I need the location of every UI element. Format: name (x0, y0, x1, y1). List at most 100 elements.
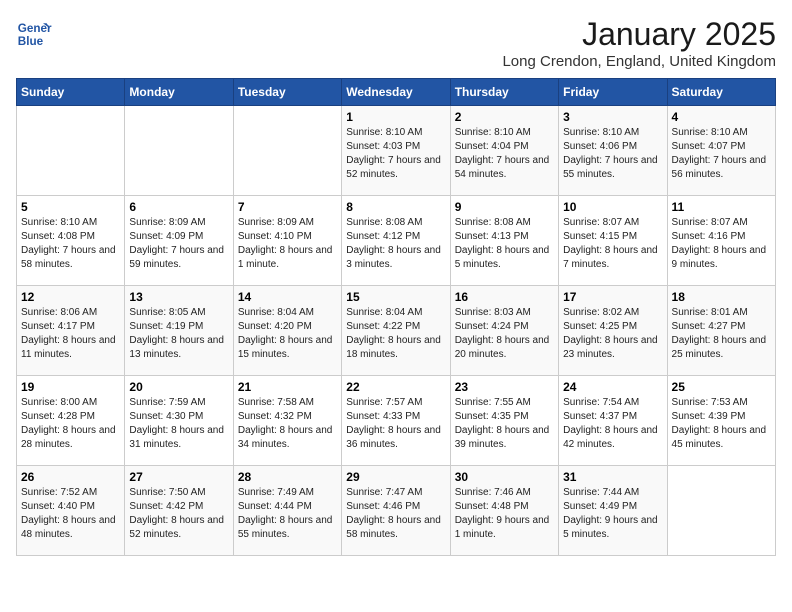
day-number: 18 (672, 290, 771, 304)
month-title: January 2025 (502, 16, 776, 53)
page-header: General Blue January 2025 Long Crendon, … (16, 16, 776, 70)
day-number: 5 (21, 200, 120, 214)
calendar-cell: 31Sunrise: 7:44 AM Sunset: 4:49 PM Dayli… (559, 466, 667, 556)
day-info: Sunrise: 8:10 AM Sunset: 4:07 PM Dayligh… (672, 126, 771, 182)
day-number: 2 (455, 110, 554, 124)
day-info: Sunrise: 8:09 AM Sunset: 4:10 PM Dayligh… (238, 216, 337, 272)
day-info: Sunrise: 7:59 AM Sunset: 4:30 PM Dayligh… (129, 396, 228, 452)
calendar-cell (667, 466, 775, 556)
day-info: Sunrise: 8:10 AM Sunset: 4:04 PM Dayligh… (455, 126, 554, 182)
calendar-cell: 5 Sunrise: 8:10 AM Sunset: 4:08 PM Daylig… (17, 196, 125, 286)
day-number: 13 (129, 290, 228, 304)
day-info: Sunrise: 7:52 AM Sunset: 4:40 PM Dayligh… (21, 486, 120, 542)
day-info: Sunrise: 8:01 AM Sunset: 4:27 PM Dayligh… (672, 306, 771, 362)
calendar-cell: 4 Sunrise: 8:10 AM Sunset: 4:07 PM Daylig… (667, 106, 775, 196)
calendar-table: SundayMondayTuesdayWednesdayThursdayFrid… (16, 78, 776, 556)
calendar-cell: 25 Sunrise: 7:53 AM Sunset: 4:39 PM Dayli… (667, 376, 775, 466)
day-info: Sunrise: 7:49 AM Sunset: 4:44 PM Dayligh… (238, 486, 337, 542)
day-number: 4 (672, 110, 771, 124)
calendar-cell: 24 Sunrise: 7:54 AM Sunset: 4:37 PM Dayli… (559, 376, 667, 466)
calendar-cell: 23Sunrise: 7:55 AM Sunset: 4:35 PM Dayli… (450, 376, 558, 466)
header-day-tuesday: Tuesday (233, 79, 341, 106)
calendar-cell: 26 Sunrise: 7:52 AM Sunset: 4:40 PM Dayli… (17, 466, 125, 556)
day-number: 16 (455, 290, 554, 304)
week-row-5: 26 Sunrise: 7:52 AM Sunset: 4:40 PM Dayli… (17, 466, 776, 556)
day-info: Sunrise: 8:08 AM Sunset: 4:12 PM Dayligh… (346, 216, 445, 272)
week-row-3: 12 Sunrise: 8:06 AM Sunset: 4:17 PM Dayli… (17, 286, 776, 376)
day-number: 9 (455, 200, 554, 214)
day-info: Sunrise: 8:03 AM Sunset: 4:24 PM Dayligh… (455, 306, 554, 362)
week-row-1: 1Sunrise: 8:10 AM Sunset: 4:03 PM Daylig… (17, 106, 776, 196)
calendar-cell: 29 Sunrise: 7:47 AM Sunset: 4:46 PM Dayli… (342, 466, 450, 556)
day-number: 19 (21, 380, 120, 394)
day-info: Sunrise: 8:10 AM Sunset: 4:08 PM Dayligh… (21, 216, 120, 272)
day-info: Sunrise: 8:04 AM Sunset: 4:22 PM Dayligh… (346, 306, 445, 362)
day-number: 24 (563, 380, 662, 394)
calendar-cell: 19 Sunrise: 8:00 AM Sunset: 4:28 PM Dayli… (17, 376, 125, 466)
header-day-monday: Monday (125, 79, 233, 106)
header-day-thursday: Thursday (450, 79, 558, 106)
day-number: 27 (129, 470, 228, 484)
calendar-cell: 10Sunrise: 8:07 AM Sunset: 4:15 PM Dayli… (559, 196, 667, 286)
header-day-saturday: Saturday (667, 79, 775, 106)
day-info: Sunrise: 7:44 AM Sunset: 4:49 PM Dayligh… (563, 486, 662, 542)
header-day-sunday: Sunday (17, 79, 125, 106)
header-day-wednesday: Wednesday (342, 79, 450, 106)
day-number: 29 (346, 470, 445, 484)
calendar-cell: 12 Sunrise: 8:06 AM Sunset: 4:17 PM Dayli… (17, 286, 125, 376)
calendar-cell: 13 Sunrise: 8:05 AM Sunset: 4:19 PM Dayli… (125, 286, 233, 376)
day-number: 28 (238, 470, 337, 484)
calendar-cell: 21 Sunrise: 7:58 AM Sunset: 4:32 PM Dayli… (233, 376, 341, 466)
calendar-cell: 22Sunrise: 7:57 AM Sunset: 4:33 PM Dayli… (342, 376, 450, 466)
location: Long Crendon, England, United Kingdom (502, 53, 776, 70)
day-info: Sunrise: 8:04 AM Sunset: 4:20 PM Dayligh… (238, 306, 337, 362)
header-day-friday: Friday (559, 79, 667, 106)
day-info: Sunrise: 8:07 AM Sunset: 4:15 PM Dayligh… (563, 216, 662, 272)
logo-icon: General Blue (16, 16, 52, 52)
calendar-cell: 14 Sunrise: 8:04 AM Sunset: 4:20 PM Dayli… (233, 286, 341, 376)
day-info: Sunrise: 7:47 AM Sunset: 4:46 PM Dayligh… (346, 486, 445, 542)
calendar-cell: 27Sunrise: 7:50 AM Sunset: 4:42 PM Dayli… (125, 466, 233, 556)
day-number: 22 (346, 380, 445, 394)
day-info: Sunrise: 8:06 AM Sunset: 4:17 PM Dayligh… (21, 306, 120, 362)
day-info: Sunrise: 7:58 AM Sunset: 4:32 PM Dayligh… (238, 396, 337, 452)
week-row-4: 19 Sunrise: 8:00 AM Sunset: 4:28 PM Dayli… (17, 376, 776, 466)
calendar-cell: 18 Sunrise: 8:01 AM Sunset: 4:27 PM Dayli… (667, 286, 775, 376)
day-number: 12 (21, 290, 120, 304)
day-info: Sunrise: 7:54 AM Sunset: 4:37 PM Dayligh… (563, 396, 662, 452)
day-info: Sunrise: 8:10 AM Sunset: 4:03 PM Dayligh… (346, 126, 445, 182)
title-block: January 2025 Long Crendon, England, Unit… (502, 16, 776, 70)
calendar-cell: 7 Sunrise: 8:09 AM Sunset: 4:10 PM Daylig… (233, 196, 341, 286)
day-number: 6 (129, 200, 228, 214)
day-number: 26 (21, 470, 120, 484)
calendar-cell: 2 Sunrise: 8:10 AM Sunset: 4:04 PM Daylig… (450, 106, 558, 196)
calendar-cell: 3Sunrise: 8:10 AM Sunset: 4:06 PM Daylig… (559, 106, 667, 196)
calendar-cell: 28 Sunrise: 7:49 AM Sunset: 4:44 PM Dayli… (233, 466, 341, 556)
calendar-cell (17, 106, 125, 196)
day-number: 11 (672, 200, 771, 214)
day-info: Sunrise: 8:02 AM Sunset: 4:25 PM Dayligh… (563, 306, 662, 362)
day-number: 21 (238, 380, 337, 394)
day-info: Sunrise: 8:07 AM Sunset: 4:16 PM Dayligh… (672, 216, 771, 272)
day-number: 7 (238, 200, 337, 214)
calendar-cell: 20 Sunrise: 7:59 AM Sunset: 4:30 PM Dayli… (125, 376, 233, 466)
calendar-cell (125, 106, 233, 196)
calendar-cell: 1Sunrise: 8:10 AM Sunset: 4:03 PM Daylig… (342, 106, 450, 196)
day-info: Sunrise: 8:00 AM Sunset: 4:28 PM Dayligh… (21, 396, 120, 452)
svg-text:Blue: Blue (18, 35, 44, 48)
days-header-row: SundayMondayTuesdayWednesdayThursdayFrid… (17, 79, 776, 106)
day-number: 30 (455, 470, 554, 484)
day-info: Sunrise: 7:53 AM Sunset: 4:39 PM Dayligh… (672, 396, 771, 452)
day-number: 14 (238, 290, 337, 304)
day-info: Sunrise: 7:46 AM Sunset: 4:48 PM Dayligh… (455, 486, 554, 542)
calendar-cell: 6Sunrise: 8:09 AM Sunset: 4:09 PM Daylig… (125, 196, 233, 286)
day-info: Sunrise: 8:08 AM Sunset: 4:13 PM Dayligh… (455, 216, 554, 272)
day-number: 25 (672, 380, 771, 394)
day-number: 8 (346, 200, 445, 214)
day-number: 3 (563, 110, 662, 124)
day-number: 20 (129, 380, 228, 394)
calendar-cell: 15Sunrise: 8:04 AM Sunset: 4:22 PM Dayli… (342, 286, 450, 376)
day-info: Sunrise: 8:05 AM Sunset: 4:19 PM Dayligh… (129, 306, 228, 362)
calendar-cell: 30 Sunrise: 7:46 AM Sunset: 4:48 PM Dayli… (450, 466, 558, 556)
day-number: 17 (563, 290, 662, 304)
